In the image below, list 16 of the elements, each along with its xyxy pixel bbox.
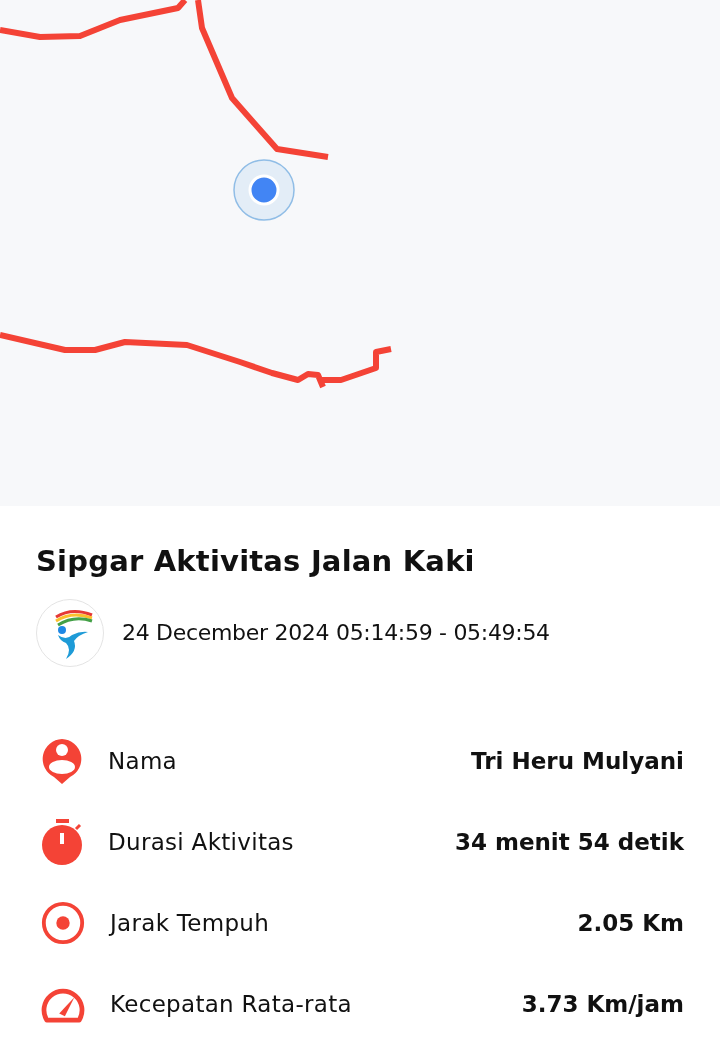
activity-title: Sipgar Aktivitas Jalan Kaki bbox=[36, 544, 476, 579]
activity-datetime: 24 December 2024 05:14:59 - 05:49:54 bbox=[122, 620, 550, 646]
stat-label: Kecepatan Rata-rata bbox=[110, 990, 353, 1017]
stat-value: 3.73 Km/jam bbox=[521, 990, 684, 1017]
stat-label: Jarak Tempuh bbox=[110, 909, 271, 936]
stat-value: 34 menit 54 detik bbox=[454, 828, 684, 855]
map[interactable] bbox=[0, 0, 720, 506]
stat-value: 2.05 Km bbox=[577, 909, 684, 936]
location-marker-icon bbox=[233, 159, 295, 221]
stat-label: Nama bbox=[108, 747, 178, 774]
stat-label: Durasi Aktivitas bbox=[108, 828, 295, 855]
logo-icon bbox=[36, 598, 104, 667]
stat-value: Tri Heru Mulyani bbox=[471, 747, 684, 774]
target-icon bbox=[40, 899, 86, 946]
stopwatch-icon bbox=[40, 817, 84, 866]
user-pin-icon bbox=[40, 736, 84, 785]
